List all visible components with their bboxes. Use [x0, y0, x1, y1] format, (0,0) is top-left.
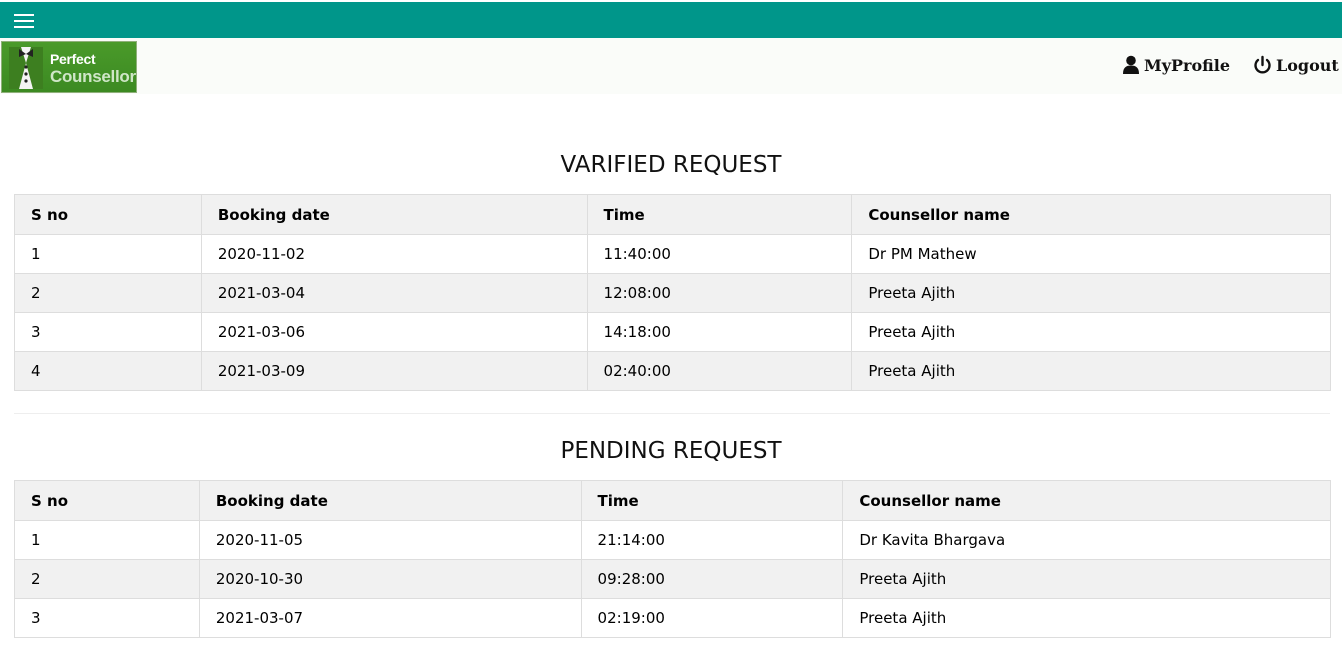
column-header-booking-date: Booking date	[200, 194, 588, 235]
column-header-sno: S no	[14, 480, 200, 521]
cell-time: 14:18:00	[586, 312, 853, 352]
cell-sno: 1	[14, 234, 202, 274]
cell-sno: 4	[14, 351, 202, 391]
hamburger-icon[interactable]	[14, 8, 36, 32]
cell-counsellor-name: Dr Kavita Bhargava	[842, 520, 1331, 560]
cell-booking-date: 2020-11-05	[198, 520, 582, 560]
cell-sno: 2	[14, 273, 202, 313]
cell-time: 09:28:00	[580, 559, 844, 599]
cell-time: 21:14:00	[580, 520, 844, 560]
cell-counsellor-name: Dr PM Mathew	[851, 234, 1331, 274]
logo-text-line1: Perfect	[50, 51, 96, 67]
cell-time: 11:40:00	[586, 234, 853, 274]
column-header-time: Time	[580, 480, 844, 521]
verified-request-title: VARIFIED REQUEST	[560, 152, 782, 178]
column-header-counsellor-name: Counsellor name	[851, 194, 1331, 235]
pending-request-table: S no Booking date Time Counsellor name 1…	[14, 480, 1331, 638]
table-row: 2 2020-10-30 09:28:00 Preeta Ajith	[14, 559, 1331, 599]
cell-counsellor-name: Preeta Ajith	[851, 273, 1331, 313]
logout-link[interactable]: Logout	[1253, 54, 1339, 76]
cell-time: 02:19:00	[580, 598, 844, 638]
cell-time: 12:08:00	[586, 273, 853, 313]
table-row: 3 2021-03-06 14:18:00 Preeta Ajith	[14, 312, 1331, 352]
top-bar	[0, 2, 1342, 38]
table-row: 1 2020-11-02 11:40:00 Dr PM Mathew	[14, 234, 1331, 274]
myprofile-link[interactable]: MyProfile	[1122, 54, 1230, 76]
tuxedo-icon	[9, 47, 43, 89]
verified-request-table: S no Booking date Time Counsellor name 1…	[14, 194, 1331, 391]
cell-counsellor-name: Preeta Ajith	[851, 351, 1331, 391]
cell-sno: 1	[14, 520, 200, 560]
table-row: 2 2021-03-04 12:08:00 Preeta Ajith	[14, 273, 1331, 313]
cell-booking-date: 2021-03-04	[200, 273, 588, 313]
power-icon	[1254, 55, 1271, 74]
column-header-time: Time	[586, 194, 853, 235]
myprofile-label: MyProfile	[1144, 55, 1231, 75]
table-row: 1 2020-11-05 21:14:00 Dr Kavita Bhargava	[14, 520, 1331, 560]
logout-label: Logout	[1276, 55, 1339, 75]
table-row: 4 2021-03-09 02:40:00 Preeta Ajith	[14, 351, 1331, 391]
column-header-sno: S no	[14, 194, 202, 235]
cell-counsellor-name: Preeta Ajith	[842, 559, 1331, 599]
section-divider	[14, 413, 1330, 414]
user-icon	[1123, 55, 1139, 74]
cell-counsellor-name: Preeta Ajith	[851, 312, 1331, 352]
cell-booking-date: 2021-03-07	[198, 598, 582, 638]
table-header-row: S no Booking date Time Counsellor name	[14, 480, 1331, 521]
cell-sno: 2	[14, 559, 200, 599]
cell-sno: 3	[14, 312, 202, 352]
cell-counsellor-name: Preeta Ajith	[842, 598, 1331, 638]
cell-booking-date: 2021-03-06	[200, 312, 588, 352]
cell-booking-date: 2020-10-30	[198, 559, 582, 599]
cell-booking-date: 2021-03-09	[200, 351, 588, 391]
logo[interactable]: Perfect Counsellor	[1, 41, 137, 93]
cell-sno: 3	[14, 598, 200, 638]
table-row: 3 2021-03-07 02:19:00 Preeta Ajith	[14, 598, 1331, 638]
column-header-counsellor-name: Counsellor name	[842, 480, 1331, 521]
column-header-booking-date: Booking date	[198, 480, 582, 521]
logo-text-line2: Counsellor	[50, 67, 136, 86]
navbar: Perfect Counsellor MyProfile Logout	[0, 38, 1342, 94]
pending-request-title: PENDING REQUEST	[560, 438, 782, 464]
cell-time: 02:40:00	[586, 351, 853, 391]
cell-booking-date: 2020-11-02	[200, 234, 588, 274]
table-header-row: S no Booking date Time Counsellor name	[14, 194, 1331, 235]
